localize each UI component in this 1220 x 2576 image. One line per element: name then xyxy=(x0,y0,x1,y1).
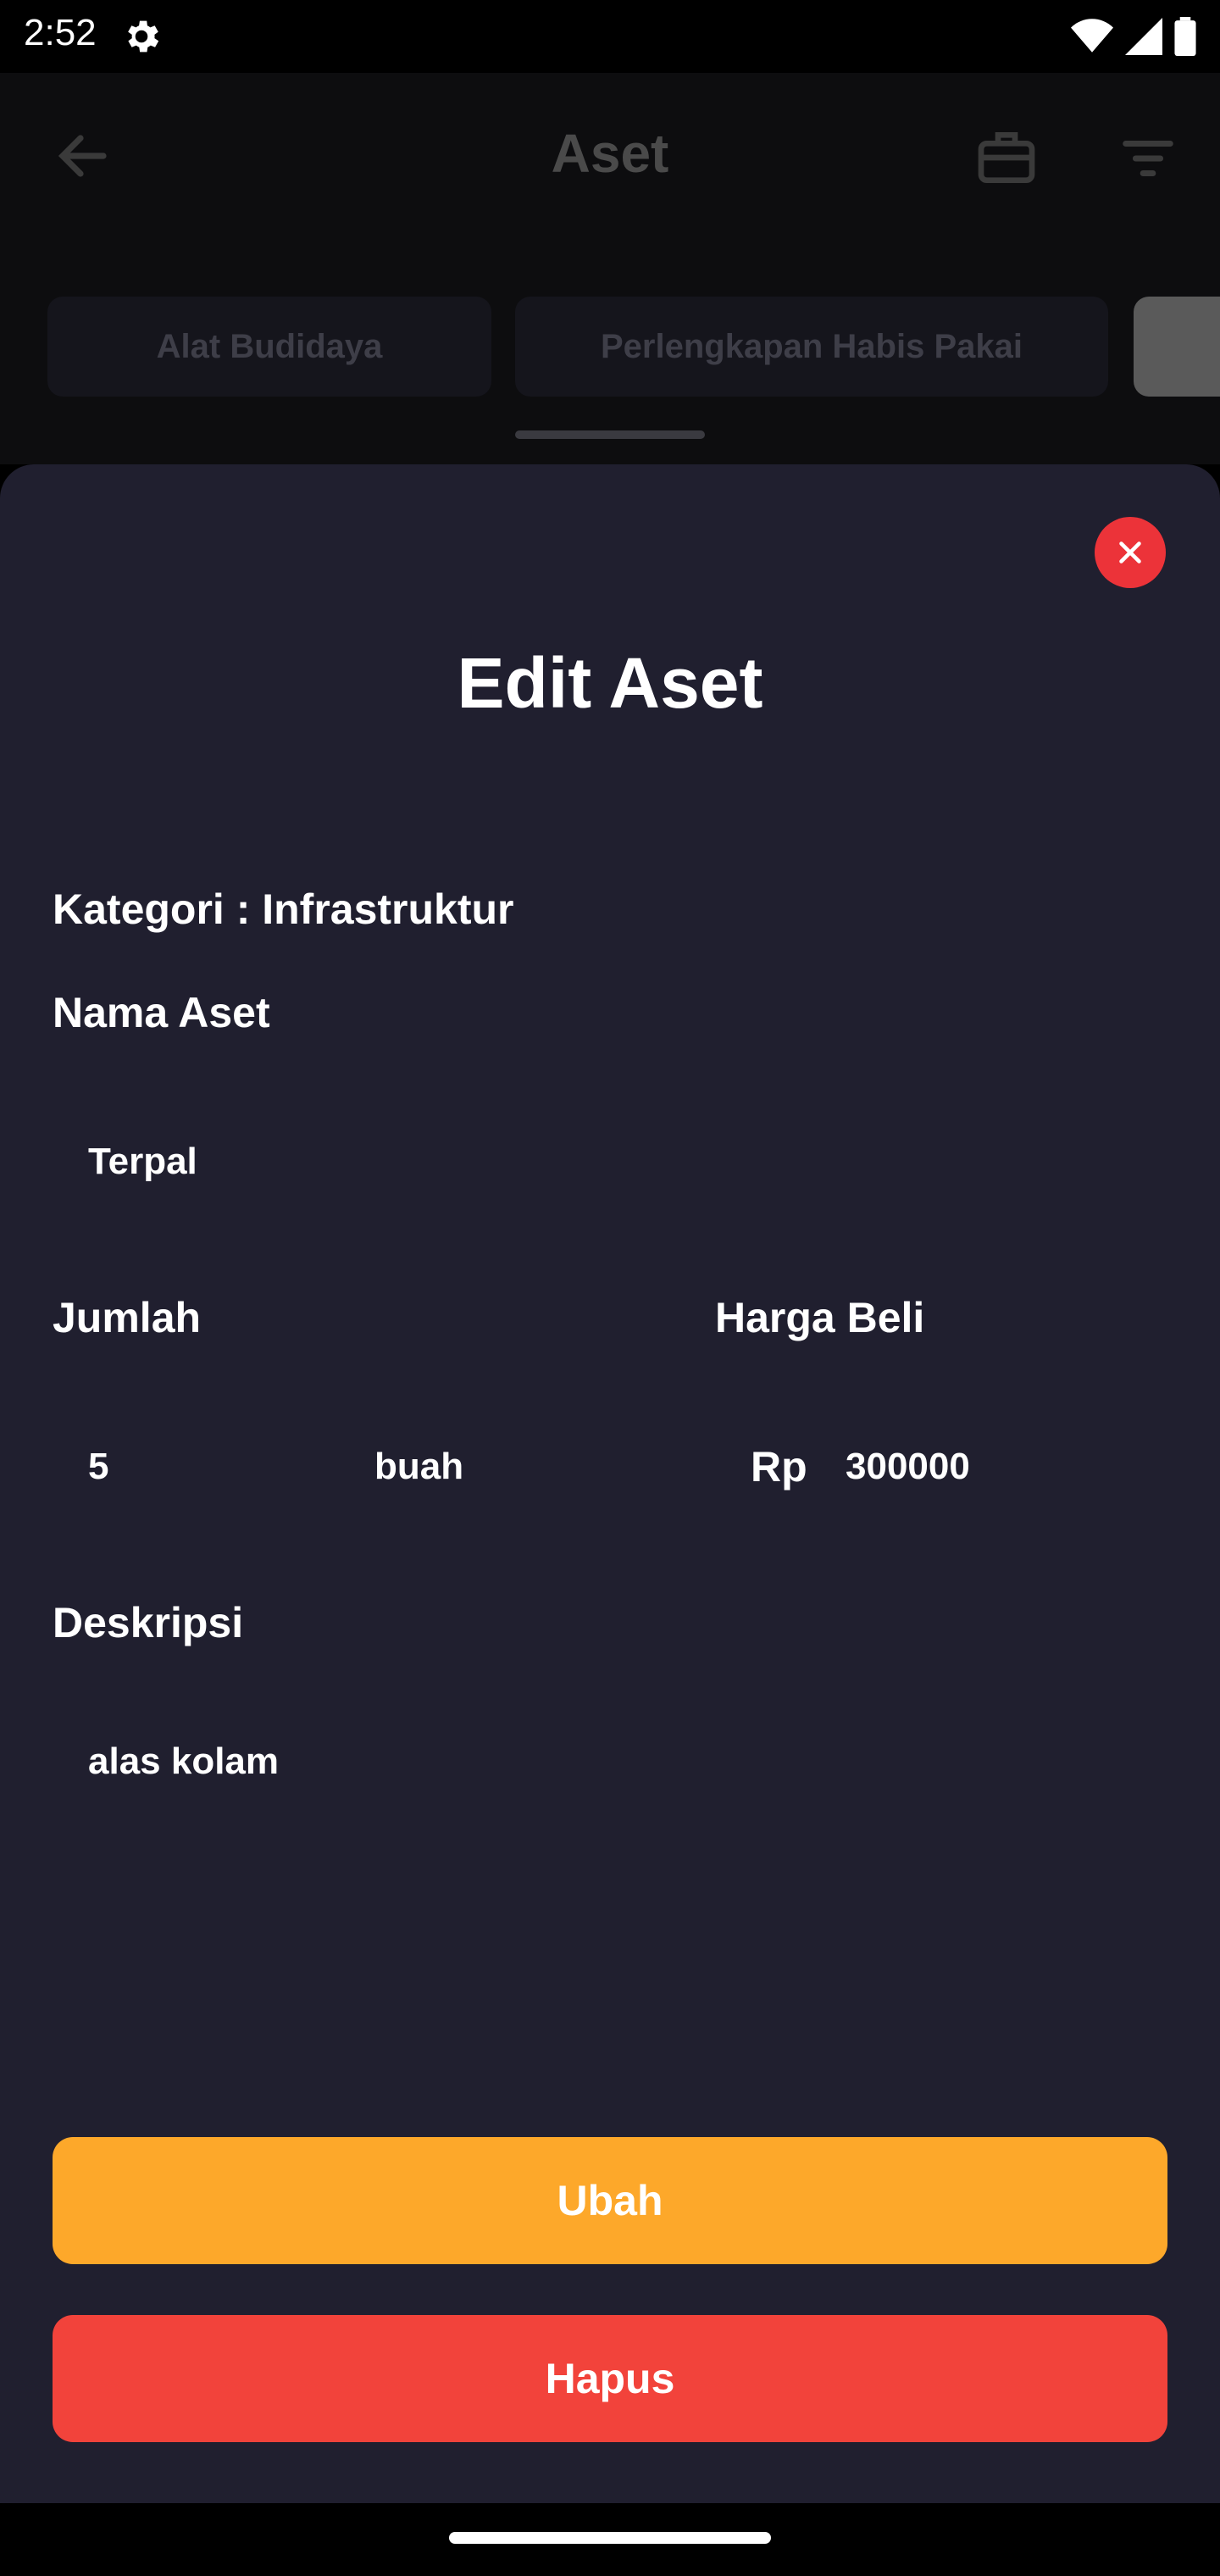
status-time: 2:52 xyxy=(24,12,97,53)
edit-asset-sheet: Edit Aset Kategori : Infrastruktur Nama … xyxy=(0,464,1220,2503)
battery-icon xyxy=(1174,17,1196,56)
wifi-icon xyxy=(1071,19,1113,53)
filter-icon[interactable] xyxy=(1117,129,1179,188)
update-button[interactable]: Ubah xyxy=(53,2137,1167,2264)
category-tabs: Alat Budidaya Perlengkapan Habis Pakai xyxy=(0,242,1220,464)
price-label: Harga Beli xyxy=(715,1294,925,1341)
delete-button[interactable]: Hapus xyxy=(53,2315,1167,2442)
description-field[interactable]: alas kolam xyxy=(88,1740,279,1783)
quantity-field[interactable]: 5 xyxy=(88,1446,108,1488)
status-bar: 2:52 xyxy=(0,0,1220,73)
currency-prefix: Rp xyxy=(751,1443,807,1491)
sheet-title: Edit Aset xyxy=(457,643,763,723)
category-chip-infrastruktur[interactable] xyxy=(1134,297,1220,397)
name-label: Nama Aset xyxy=(53,989,270,1036)
system-nav-bar xyxy=(0,2503,1220,2576)
status-icons xyxy=(1071,15,1196,58)
home-gesture-handle[interactable] xyxy=(449,2532,771,2544)
category-chip-perlengkapan[interactable]: Perlengkapan Habis Pakai xyxy=(515,297,1108,397)
sheet-drag-handle[interactable] xyxy=(515,430,705,439)
signal-icon xyxy=(1125,18,1162,55)
close-icon xyxy=(1119,541,1141,564)
category-label: Kategori : Infrastruktur xyxy=(53,886,514,933)
name-field[interactable]: Terpal xyxy=(88,1141,197,1183)
quantity-label: Jumlah xyxy=(53,1294,202,1341)
gear-icon xyxy=(128,20,159,53)
app-bar: Aset xyxy=(0,73,1220,242)
close-button[interactable] xyxy=(1095,517,1166,588)
category-chip-alat-budidaya[interactable]: Alat Budidaya xyxy=(47,297,491,397)
price-field[interactable]: 300000 xyxy=(846,1446,970,1488)
briefcase-icon[interactable] xyxy=(973,124,1040,192)
description-label: Deskripsi xyxy=(53,1599,244,1646)
unit-field[interactable]: buah xyxy=(374,1446,463,1488)
